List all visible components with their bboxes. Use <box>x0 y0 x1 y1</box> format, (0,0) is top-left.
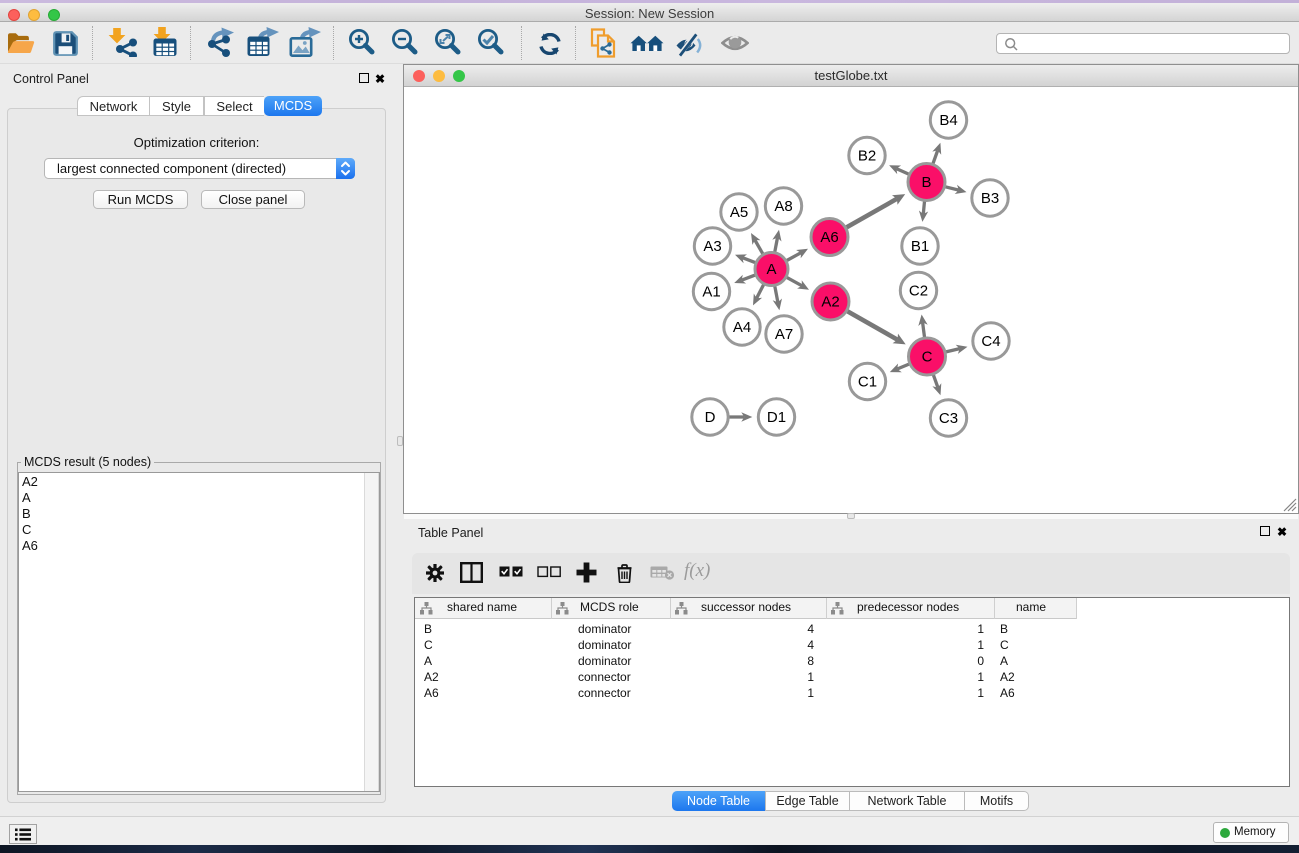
svg-text:B4: B4 <box>939 112 957 129</box>
svg-text:C4: C4 <box>981 333 1000 350</box>
svg-text:C1: C1 <box>858 374 877 391</box>
svg-text:B2: B2 <box>858 148 876 165</box>
svg-text:C: C <box>922 349 933 366</box>
svg-text:A3: A3 <box>703 238 721 255</box>
svg-text:A4: A4 <box>733 319 751 336</box>
svg-text:A1: A1 <box>702 284 720 301</box>
svg-text:A7: A7 <box>775 326 793 343</box>
svg-text:D: D <box>705 409 716 426</box>
svg-text:D1: D1 <box>767 409 786 426</box>
svg-text:A8: A8 <box>774 198 792 215</box>
svg-text:C2: C2 <box>909 283 928 300</box>
svg-text:A2: A2 <box>821 294 839 311</box>
svg-text:A6: A6 <box>820 229 838 246</box>
svg-text:A5: A5 <box>730 204 748 221</box>
svg-text:B: B <box>921 174 931 191</box>
svg-text:A: A <box>766 261 776 278</box>
svg-text:B1: B1 <box>911 238 929 255</box>
svg-text:B3: B3 <box>981 190 999 207</box>
svg-text:C3: C3 <box>939 410 958 427</box>
